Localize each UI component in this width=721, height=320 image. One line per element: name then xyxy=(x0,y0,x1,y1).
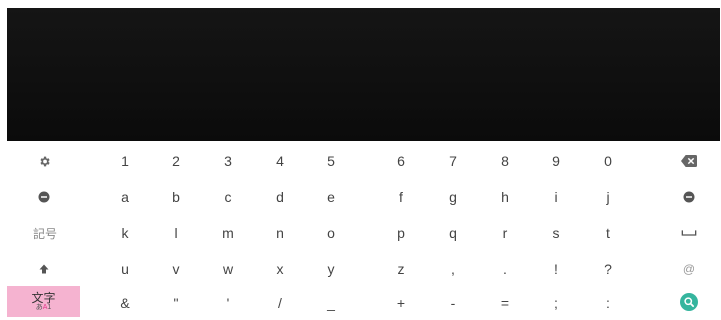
mode-hiragana: あ xyxy=(35,303,43,311)
key-y[interactable]: y xyxy=(318,252,344,286)
backspace-key[interactable] xyxy=(676,144,702,178)
key-question[interactable]: ? xyxy=(595,252,621,286)
key-double-quote[interactable]: " xyxy=(163,286,189,320)
key-m[interactable]: m xyxy=(215,216,241,250)
key-5[interactable]: 5 xyxy=(318,144,344,178)
key-j[interactable]: j xyxy=(595,180,621,214)
key-d[interactable]: d xyxy=(267,180,293,214)
key-f[interactable]: f xyxy=(388,180,414,214)
key-u[interactable]: u xyxy=(112,252,138,286)
key-x[interactable]: x xyxy=(267,252,293,286)
cursor-right-key[interactable] xyxy=(676,180,702,214)
key-r[interactable]: r xyxy=(492,216,518,250)
shift-key[interactable] xyxy=(30,252,58,286)
key-p[interactable]: p xyxy=(388,216,414,250)
key-q[interactable]: q xyxy=(440,216,466,250)
space-icon xyxy=(681,230,697,236)
key-k[interactable]: k xyxy=(112,216,138,250)
key-v[interactable]: v xyxy=(163,252,189,286)
key-exclamation[interactable]: ! xyxy=(543,252,569,286)
key-z[interactable]: z xyxy=(388,252,414,286)
key-8[interactable]: 8 xyxy=(492,144,518,178)
search-key[interactable] xyxy=(676,286,702,317)
key-o[interactable]: o xyxy=(318,216,344,250)
key-semicolon[interactable]: ; xyxy=(543,286,569,320)
mode-key-label: 文字 xyxy=(31,290,56,305)
symbols-key[interactable]: 記号 xyxy=(30,216,60,250)
key-b[interactable]: b xyxy=(163,180,189,214)
key-t[interactable]: t xyxy=(595,216,621,250)
search-icon xyxy=(680,292,698,311)
key-1[interactable]: 1 xyxy=(112,144,138,178)
mode-number: 1 xyxy=(47,303,52,311)
key-4[interactable]: 4 xyxy=(267,144,293,178)
key-comma[interactable]: , xyxy=(440,252,466,286)
key-h[interactable]: h xyxy=(492,180,518,214)
key-colon[interactable]: : xyxy=(595,286,621,320)
cursor-left-icon xyxy=(38,191,50,203)
key-minus[interactable]: - xyxy=(440,286,466,320)
key-7[interactable]: 7 xyxy=(440,144,466,178)
key-l[interactable]: l xyxy=(163,216,189,250)
key-s[interactable]: s xyxy=(543,216,569,250)
cursor-right-icon xyxy=(683,191,695,203)
space-key[interactable] xyxy=(676,216,702,250)
key-ampersand[interactable]: & xyxy=(112,286,138,320)
key-underscore[interactable]: _ xyxy=(318,286,344,320)
backspace-icon xyxy=(681,155,697,167)
video-area xyxy=(7,8,720,141)
key-a[interactable]: a xyxy=(112,180,138,214)
key-i[interactable]: i xyxy=(543,180,569,214)
shift-up-icon xyxy=(39,264,49,274)
key-0[interactable]: 0 xyxy=(595,144,621,178)
key-g[interactable]: g xyxy=(440,180,466,214)
key-9[interactable]: 9 xyxy=(543,144,569,178)
key-at[interactable]: @ xyxy=(676,252,702,286)
key-period[interactable]: . xyxy=(492,252,518,286)
key-equals[interactable]: = xyxy=(492,286,518,320)
cursor-left-key[interactable] xyxy=(30,180,58,214)
key-w[interactable]: w xyxy=(215,252,241,286)
gear-icon xyxy=(39,156,50,166)
input-mode-key[interactable]: 文字 あA1 xyxy=(7,286,80,317)
key-c[interactable]: c xyxy=(215,180,241,214)
key-plus[interactable]: + xyxy=(388,286,414,320)
key-slash[interactable]: / xyxy=(267,286,293,320)
key-e[interactable]: e xyxy=(318,180,344,214)
key-single-quote[interactable]: ' xyxy=(215,286,241,320)
key-6[interactable]: 6 xyxy=(388,144,414,178)
mode-key-sub: あA1 xyxy=(36,304,52,312)
settings-key[interactable] xyxy=(30,144,58,178)
key-2[interactable]: 2 xyxy=(163,144,189,178)
key-3[interactable]: 3 xyxy=(215,144,241,178)
key-n[interactable]: n xyxy=(267,216,293,250)
